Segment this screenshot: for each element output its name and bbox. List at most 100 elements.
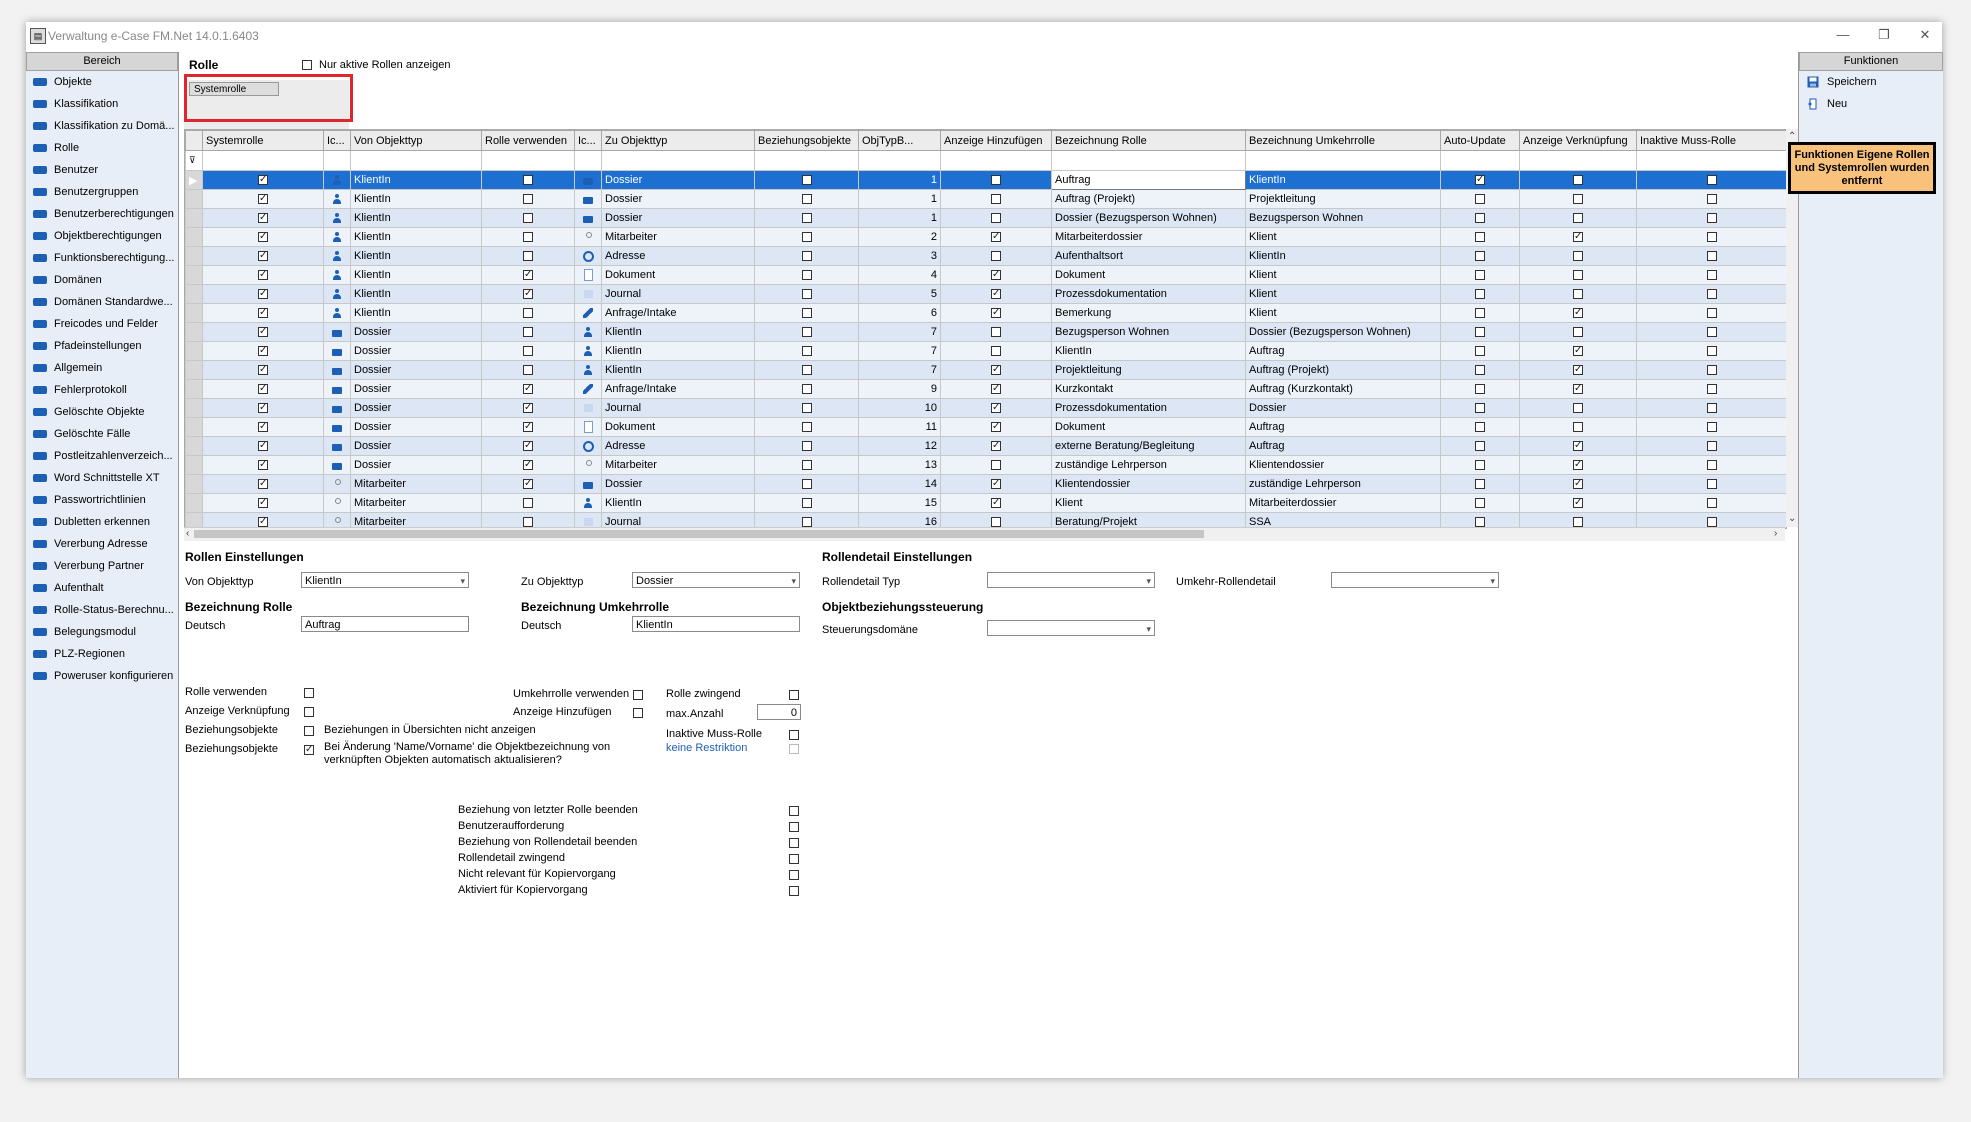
inaktive-muss-rolle-checkbox[interactable] xyxy=(1706,422,1717,433)
inaktive-muss-rolle-cell[interactable] xyxy=(1636,322,1786,342)
column-header[interactable]: Bezeichnung Rolle xyxy=(1051,130,1246,151)
inaktive-muss-rolle-checkbox[interactable] xyxy=(1706,251,1717,262)
beziehungsobjekte-checkbox[interactable] xyxy=(801,498,812,509)
systemrolle-checkbox[interactable] xyxy=(258,344,268,357)
zu-objekttyp-cell[interactable]: KlientIn xyxy=(601,493,755,513)
rolle-verwenden-checkbox[interactable] xyxy=(523,251,533,262)
systemrolle-checkbox[interactable] xyxy=(258,496,268,509)
anzeige-hinzufuegen-cell[interactable] xyxy=(940,341,1052,361)
objtyp-cell[interactable]: 13 xyxy=(858,455,941,475)
inaktive-muss-rolle-cell[interactable] xyxy=(1636,208,1786,228)
table-row[interactable]: DossierKlientIn7KlientInAuftrag xyxy=(185,341,1786,361)
systemrolle-checkbox[interactable] xyxy=(258,230,268,243)
bezeichnung-rolle-cell[interactable]: Prozessdokumentation xyxy=(1051,398,1246,418)
filter-cell[interactable] xyxy=(858,150,941,171)
filter-cell[interactable] xyxy=(1519,150,1637,171)
bezeichnung-rolle-cell[interactable]: Dossier (Bezugsperson Wohnen) xyxy=(1051,208,1246,228)
von-objekttyp-cell[interactable]: Mitarbeiter xyxy=(350,493,482,513)
beziehungsobjekte-checkbox[interactable] xyxy=(801,441,812,452)
bezeichnung-rolle-cell[interactable]: Klientendossier xyxy=(1051,474,1246,494)
inaktive-muss-rolle-cell[interactable] xyxy=(1636,303,1786,323)
table-row[interactable]: Dossier KlientIn 7 Bezugsperson WohnenDossi… xyxy=(185,322,1786,342)
systemrolle-checkbox[interactable] xyxy=(258,458,268,471)
rolle-verwenden-checkbox[interactable] xyxy=(523,458,533,471)
rolle-verwenden-cell[interactable] xyxy=(481,227,575,247)
beziehungsobjekte-checkbox[interactable] xyxy=(801,232,812,243)
anzeige-verknuepfung-checkbox[interactable] xyxy=(1573,175,1583,186)
auto-update-checkbox[interactable] xyxy=(1475,327,1485,338)
systemrolle-cell[interactable] xyxy=(202,303,324,323)
inaktive-muss-rolle-checkbox[interactable] xyxy=(1706,365,1717,376)
bottom-option-checkbox[interactable] xyxy=(789,838,799,848)
anzeige-hinzufuegen-checkbox[interactable] xyxy=(991,268,1001,281)
anzeige-verknuepfung-cell[interactable] xyxy=(1519,474,1637,494)
anzeige-hinzufuegen-checkbox[interactable] xyxy=(991,496,1001,509)
anzeige-hinzufuegen-checkbox[interactable] xyxy=(991,346,1001,357)
beziehungsobjekte-checkbox[interactable] xyxy=(801,479,812,490)
bezeichnung-rolle-cell[interactable]: Dokument xyxy=(1051,265,1246,285)
beziehungsobjekte-cell[interactable] xyxy=(754,417,859,437)
systemrolle-checkbox[interactable] xyxy=(258,325,268,338)
von-objekttyp-cell[interactable]: Dossier xyxy=(350,341,482,361)
auto-update-checkbox[interactable] xyxy=(1475,173,1485,186)
anzeige-hinzufuegen-cell[interactable] xyxy=(940,455,1052,475)
beziehungsobjekte-checkbox[interactable] xyxy=(801,365,812,376)
new-button[interactable]: Neu xyxy=(1799,93,1943,115)
bezeichnung-umkehrrolle-cell[interactable]: Klient xyxy=(1245,284,1441,304)
scroll-up-icon[interactable]: ⌃ xyxy=(1788,131,1796,142)
zu-objekttyp-cell[interactable]: Anfrage/Intake xyxy=(601,303,755,323)
systemrolle-cell[interactable] xyxy=(202,322,324,342)
systemrolle-cell[interactable] xyxy=(202,189,324,209)
bottom-option-checkbox[interactable] xyxy=(789,806,799,816)
beziehungsobjekte-checkbox[interactable] xyxy=(801,175,812,186)
beziehungsobjekte-checkbox[interactable] xyxy=(801,194,812,205)
column-header[interactable]: Inaktive Muss-Rolle xyxy=(1636,130,1786,151)
systemrolle-checkbox[interactable] xyxy=(258,192,268,205)
inaktive-muss-rolle-checkbox[interactable] xyxy=(1706,441,1717,452)
bezeichnung-rolle-cell[interactable]: Mitarbeiterdossier xyxy=(1051,227,1246,247)
row-indicator[interactable] xyxy=(185,284,203,304)
auto-update-cell[interactable] xyxy=(1440,360,1520,380)
inaktive-muss-rolle-checkbox[interactable] xyxy=(1706,517,1717,528)
only-active-checkbox[interactable] xyxy=(302,60,312,70)
rolle-verwenden-checkbox[interactable] xyxy=(523,401,533,414)
nav-item[interactable]: Domänen Standardwe... xyxy=(26,291,178,313)
beziehungsobjekte-cell[interactable] xyxy=(754,265,859,285)
column-header[interactable]: Anzeige Hinzufügen xyxy=(940,130,1052,151)
systemrolle-checkbox[interactable] xyxy=(258,477,268,490)
nav-item[interactable]: Pfadeinstellungen xyxy=(26,335,178,357)
nav-item[interactable]: Rolle-Status-Berechnu... xyxy=(26,599,178,621)
bezeichnung-rolle-cell[interactable]: zuständige Lehrperson xyxy=(1051,455,1246,475)
bezeichnung-umkehrrolle-cell[interactable]: Dossier xyxy=(1245,398,1441,418)
beziehungsobjekte-checkbox[interactable] xyxy=(801,384,812,395)
objtyp-cell[interactable]: 11 xyxy=(858,417,941,437)
nav-item[interactable]: Gelöschte Fälle xyxy=(26,423,178,445)
table-row[interactable]: Mitarbeiter Dossier 14 Klientendossierzustä… xyxy=(185,474,1786,494)
row-indicator[interactable] xyxy=(185,265,203,285)
von-objekttyp-cell[interactable]: Mitarbeiter xyxy=(350,474,482,494)
auto-update-cell[interactable] xyxy=(1440,303,1520,323)
rolle-verwenden-checkbox[interactable] xyxy=(523,268,533,281)
anzeige-verknuepfung-checkbox[interactable] xyxy=(304,707,314,717)
bezeichnung-rolle-cell[interactable]: KlientIn xyxy=(1051,341,1246,361)
systemrolle-cell[interactable] xyxy=(202,341,324,361)
rolle-verwenden-checkbox[interactable] xyxy=(523,308,533,319)
auto-update-checkbox[interactable] xyxy=(1475,441,1485,452)
bottom-option-checkbox[interactable] xyxy=(789,854,799,864)
anzeige-verknuepfung-cell[interactable] xyxy=(1519,189,1637,209)
table-row[interactable]: KlientInDokument4DokumentKlient xyxy=(185,265,1786,285)
bezeichnung-rolle-cell[interactable]: externe Beratung/Begleitung xyxy=(1051,436,1246,456)
nav-item[interactable]: Objektberechtigungen xyxy=(26,225,178,247)
anzeige-hinzufuegen-checkbox[interactable] xyxy=(991,439,1001,452)
anzeige-verknuepfung-checkbox[interactable] xyxy=(1573,213,1583,224)
bezeichnung-umkehrrolle-cell[interactable]: Auftrag xyxy=(1245,341,1441,361)
scroll-thumb[interactable] xyxy=(194,530,1204,538)
column-header[interactable]: Ic... xyxy=(323,130,351,151)
table-row[interactable]: ▶KlientInDossier1AuftragKlientIn xyxy=(185,170,1786,190)
systemrolle-cell[interactable] xyxy=(202,474,324,494)
bezeichnung-rolle-cell[interactable]: Auftrag (Projekt) xyxy=(1051,189,1246,209)
beziehungsobjekte-cell[interactable] xyxy=(754,303,859,323)
anzeige-hinzufuegen-checkbox[interactable] xyxy=(991,382,1001,395)
anzeige-verknuepfung-checkbox[interactable] xyxy=(1573,344,1583,357)
row-indicator[interactable] xyxy=(185,189,203,209)
